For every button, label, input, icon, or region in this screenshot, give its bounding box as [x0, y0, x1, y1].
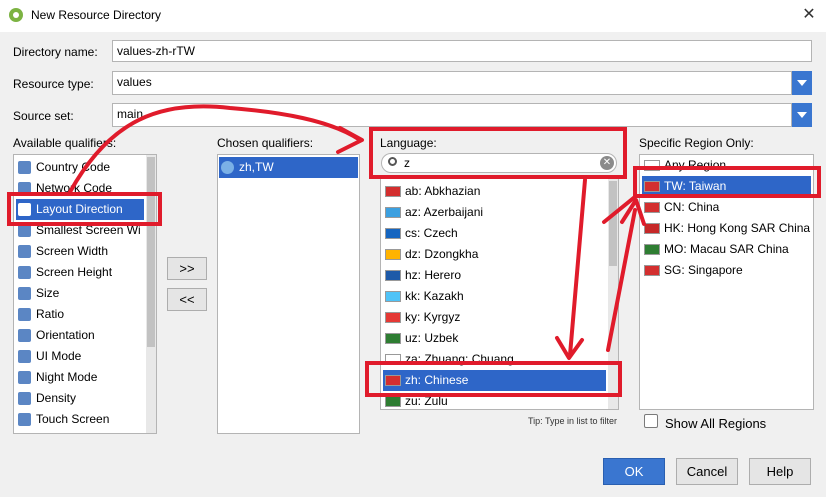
- flag-icon: [385, 249, 401, 260]
- available-item[interactable]: Ratio: [16, 304, 144, 325]
- size-icon: [18, 287, 31, 300]
- available-item[interactable]: Size: [16, 283, 144, 304]
- flag-icon: [644, 181, 660, 192]
- search-icon: [388, 157, 397, 166]
- window-title: New Resource Directory: [31, 8, 162, 22]
- available-item[interactable]: Night Mode: [16, 367, 144, 388]
- country-code-icon: [18, 161, 31, 174]
- ui-mode-icon: [18, 350, 31, 363]
- flag-icon: [644, 244, 660, 255]
- chosen-item[interactable]: zh,TW: [219, 157, 358, 178]
- language-item[interactable]: uz: Uzbek: [383, 328, 606, 349]
- flag-icon: [385, 270, 401, 281]
- chosen-qualifiers-label: Chosen qualifiers:: [217, 136, 314, 150]
- available-item[interactable]: Touch Screen: [16, 409, 144, 430]
- flag-icon: [385, 228, 401, 239]
- flag-icon: [385, 207, 401, 218]
- ratio-icon: [18, 308, 31, 321]
- language-item[interactable]: zu: Zulu: [383, 391, 606, 409]
- region-label: Specific Region Only:: [639, 136, 754, 150]
- flag-icon: [385, 291, 401, 302]
- available-item[interactable]: UI Mode: [16, 346, 144, 367]
- filter-tip: Tip: Type in list to filter: [528, 416, 618, 426]
- cancel-button[interactable]: Cancel: [676, 458, 738, 485]
- resource-type-dropdown-button[interactable]: [792, 71, 812, 95]
- language-item[interactable]: az: Azerbaijani: [383, 202, 606, 223]
- directory-name-label: Directory name:: [13, 45, 98, 59]
- available-item[interactable]: Network Code: [16, 178, 144, 199]
- language-item[interactable]: ky: Kyrgyz: [383, 307, 606, 328]
- touch-screen-icon: [18, 413, 31, 426]
- language-item[interactable]: kk: Kazakh: [383, 286, 606, 307]
- chosen-qualifiers-list[interactable]: zh,TW: [217, 154, 360, 434]
- language-item[interactable]: hz: Herero: [383, 265, 606, 286]
- region-item[interactable]: SG: Singapore: [642, 260, 811, 281]
- available-scrollbar[interactable]: [146, 155, 156, 433]
- arrow-head-language: [336, 126, 364, 154]
- show-all-regions-checkbox[interactable]: [644, 414, 658, 428]
- language-scroll-thumb[interactable]: [609, 181, 617, 266]
- flag-icon: [385, 312, 401, 323]
- directory-name-field[interactable]: values-zh-rTW: [112, 40, 812, 62]
- flag-icon: [385, 396, 401, 407]
- available-item[interactable]: Screen Width: [16, 241, 144, 262]
- available-item[interactable]: Layout Direction: [16, 199, 144, 220]
- region-item[interactable]: HK: Hong Kong SAR China: [642, 218, 811, 239]
- flag-icon: [644, 265, 660, 276]
- region-item[interactable]: CN: China: [642, 197, 811, 218]
- region-item[interactable]: Any Region: [642, 155, 811, 176]
- resource-type-select[interactable]: values: [112, 71, 792, 95]
- clear-filter-icon[interactable]: ✕: [600, 156, 614, 170]
- region-item[interactable]: MO: Macau SAR China: [642, 239, 811, 260]
- available-item[interactable]: Country Code: [16, 157, 144, 178]
- smallest-screen-icon: [18, 224, 31, 237]
- source-set-select[interactable]: main: [112, 103, 792, 127]
- region-list[interactable]: Any Region TW: Taiwan CN: China HK: Hong Ko…: [639, 154, 814, 410]
- language-list[interactable]: ab: Abkhazian az: Azerbaijani cs: Czech dz:…: [380, 178, 619, 410]
- language-item[interactable]: dz: Dzongkha: [383, 244, 606, 265]
- language-item[interactable]: ab: Abkhazian: [383, 181, 606, 202]
- help-button[interactable]: Help: [749, 458, 811, 485]
- available-qualifiers-list[interactable]: Country Code Network Code Layout Direction…: [13, 154, 157, 434]
- screen-width-icon: [18, 245, 31, 258]
- available-item[interactable]: Smallest Screen Wi: [16, 220, 144, 241]
- remove-qualifier-button[interactable]: <<: [167, 288, 207, 311]
- available-qualifiers-label: Available qualifiers:: [13, 136, 117, 150]
- show-all-regions-label: Show All Regions: [665, 416, 767, 431]
- night-mode-icon: [18, 371, 31, 384]
- density-icon: [18, 392, 31, 405]
- resource-type-label: Resource type:: [13, 77, 94, 91]
- flag-icon: [385, 333, 401, 344]
- screen-height-icon: [18, 266, 31, 279]
- available-item[interactable]: Orientation: [16, 325, 144, 346]
- flag-icon: [385, 354, 401, 365]
- add-qualifier-button[interactable]: >>: [167, 257, 207, 280]
- available-item[interactable]: Screen Height: [16, 262, 144, 283]
- orientation-icon: [18, 329, 31, 342]
- network-code-icon: [18, 182, 31, 195]
- flag-icon: [644, 202, 660, 213]
- language-item[interactable]: cs: Czech: [383, 223, 606, 244]
- language-item[interactable]: zh: Chinese: [383, 370, 606, 391]
- language-item[interactable]: za: Zhuang; Chuang: [383, 349, 606, 370]
- flag-icon: [385, 375, 401, 386]
- language-scrollbar[interactable]: [608, 179, 618, 409]
- flag-icon: [385, 186, 401, 197]
- language-label: Language:: [380, 136, 437, 150]
- flag-icon: [644, 160, 660, 171]
- ok-button[interactable]: OK: [603, 458, 665, 485]
- available-scroll-thumb[interactable]: [147, 157, 155, 347]
- available-item[interactable]: Density: [16, 388, 144, 409]
- language-filter-field[interactable]: z ✕: [381, 153, 617, 173]
- flag-icon: [644, 223, 660, 234]
- android-studio-icon: [9, 8, 23, 22]
- layout-direction-icon: [18, 203, 31, 216]
- region-item[interactable]: TW: Taiwan: [642, 176, 811, 197]
- close-icon[interactable]: ✕: [798, 4, 820, 26]
- globe-icon: [221, 161, 234, 174]
- source-set-label: Source set:: [13, 109, 74, 123]
- search-value: z: [404, 156, 410, 170]
- source-set-dropdown-button[interactable]: [792, 103, 812, 127]
